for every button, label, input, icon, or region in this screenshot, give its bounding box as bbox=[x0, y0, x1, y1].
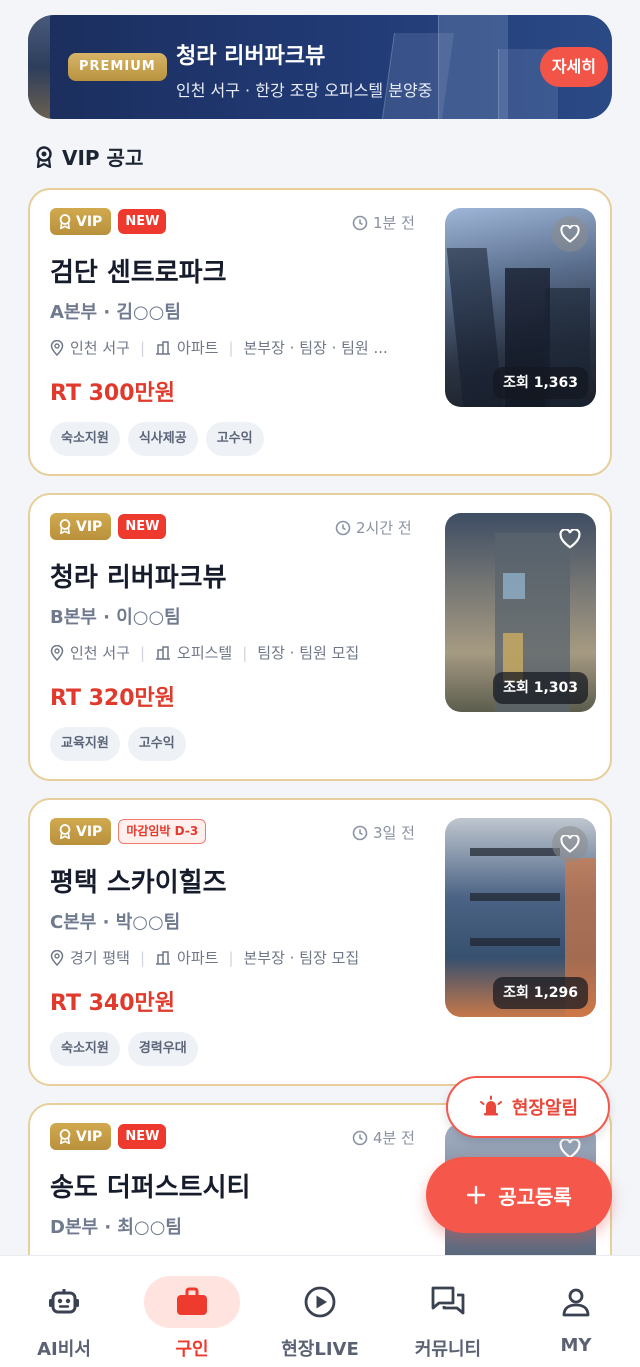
nav-label: AI비서 bbox=[37, 1339, 91, 1360]
section-header: VIP 공고 bbox=[34, 142, 143, 171]
vip-badge: VIP bbox=[50, 208, 112, 235]
nav-my[interactable]: MY bbox=[512, 1256, 640, 1367]
team-name: A본부 · 김○○팀 bbox=[50, 302, 181, 323]
banner-image-edge bbox=[28, 15, 50, 119]
briefcase-icon bbox=[177, 1287, 207, 1315]
pay-amount: RT 320만원 bbox=[50, 686, 176, 711]
listing-photo[interactable]: 조회 1,363 bbox=[445, 208, 596, 407]
clock-icon bbox=[335, 520, 351, 535]
plus-icon bbox=[466, 1185, 486, 1205]
bottom-nav: AI비서 구인 현장LIVE 커뮤니티 MY bbox=[0, 1255, 640, 1367]
robot-icon bbox=[49, 1289, 79, 1314]
favorite-button[interactable] bbox=[552, 521, 588, 557]
vip-badge: VIP bbox=[50, 818, 112, 845]
clock-icon bbox=[352, 1130, 368, 1145]
play-icon bbox=[304, 1286, 336, 1318]
nav-community[interactable]: 커뮤니티 bbox=[384, 1256, 512, 1367]
posted-time: 2시간 전 bbox=[335, 517, 412, 538]
heart-icon bbox=[559, 529, 581, 549]
team-name: C본부 · 박○○팀 bbox=[50, 912, 181, 933]
site-alert-button[interactable]: 현장알림 bbox=[446, 1076, 610, 1138]
posted-time: 3일 전 bbox=[352, 822, 415, 843]
view-count: 조회 1,296 bbox=[493, 977, 588, 1009]
vip-badge: VIP bbox=[50, 1123, 112, 1150]
nav-label: 커뮤니티 bbox=[414, 1339, 482, 1360]
bell-ringing-icon bbox=[479, 1095, 502, 1116]
new-badge: NEW bbox=[118, 514, 167, 539]
posted-time: 4분 전 bbox=[352, 1127, 415, 1148]
job-title: 청라 리버파크뷰 bbox=[50, 563, 227, 593]
job-title: 검단 센트로파크 bbox=[50, 258, 227, 288]
location-pin-icon bbox=[50, 644, 64, 661]
pay-amount: RT 300만원 bbox=[50, 381, 176, 406]
banner-detail-button[interactable]: 자세히 bbox=[539, 47, 608, 87]
nav-site-live[interactable]: 현장LIVE bbox=[256, 1256, 384, 1367]
deadline-badge: 마감임박 D-3 bbox=[118, 819, 207, 844]
benefit-tag: 경력우대 bbox=[127, 1032, 198, 1066]
view-count: 조회 1,363 bbox=[493, 367, 588, 399]
job-card[interactable]: VIP 마감임박 D-3 3일 전 평택 스카이힐즈 C본부 · 박○○팀 경기… bbox=[28, 798, 612, 1086]
vip-badge: VIP bbox=[50, 513, 112, 540]
post-job-button[interactable]: 공고등록 bbox=[426, 1157, 612, 1233]
listing-photo[interactable]: 조회 1,296 bbox=[445, 818, 596, 1017]
section-title: VIP 공고 bbox=[62, 146, 144, 170]
nav-jobs[interactable]: 구인 bbox=[128, 1256, 256, 1367]
building-icon bbox=[156, 340, 171, 355]
posted-time: 1분 전 bbox=[352, 212, 415, 233]
location-pin-icon bbox=[50, 949, 64, 966]
location-pin-icon bbox=[50, 339, 64, 356]
heart-icon bbox=[560, 835, 580, 853]
building-icon bbox=[156, 645, 171, 660]
benefit-tag: 고수익 bbox=[127, 727, 186, 761]
premium-banner[interactable]: PREMIUM 청라 리버파크뷰 인천 서구 · 한강 조망 오피스텔 분양중 … bbox=[28, 15, 612, 119]
benefit-tag: 숙소지원 bbox=[50, 1032, 120, 1066]
nav-label: MY bbox=[560, 1335, 592, 1356]
job-info: 인천 서구 | 오피스텔 | 팀장 · 팀원 모집 bbox=[50, 642, 428, 663]
heart-icon bbox=[560, 225, 580, 243]
award-icon bbox=[59, 214, 71, 229]
favorite-button[interactable] bbox=[552, 216, 588, 252]
award-icon bbox=[59, 519, 71, 534]
favorite-button[interactable] bbox=[552, 826, 588, 862]
job-card[interactable]: VIP NEW 2시간 전 청라 리버파크뷰 B본부 · 이○○팀 인천 서구 |… bbox=[28, 493, 612, 781]
benefit-tag: 숙소지원 bbox=[50, 422, 120, 456]
pay-amount: RT 340만원 bbox=[50, 991, 176, 1016]
heart-icon bbox=[559, 1139, 581, 1159]
building-icon bbox=[156, 950, 171, 965]
banner-subtitle: 인천 서구 · 한강 조망 오피스텔 분양중 bbox=[176, 81, 433, 100]
banner-title: 청라 리버파크뷰 bbox=[176, 44, 326, 69]
listing-photo[interactable]: 조회 1,303 bbox=[445, 513, 596, 712]
benefit-tag: 식사제공 bbox=[127, 422, 198, 456]
award-icon bbox=[59, 1129, 71, 1144]
chat-icon bbox=[431, 1286, 465, 1315]
job-title: 송도 더퍼스트시티 bbox=[50, 1173, 251, 1203]
job-title: 평택 스카이힐즈 bbox=[50, 868, 227, 898]
team-name: D본부 · 최○○팀 bbox=[50, 1217, 182, 1238]
benefit-tag: 교육지원 bbox=[50, 727, 120, 761]
post-job-label: 공고등록 bbox=[498, 1184, 572, 1209]
award-icon bbox=[59, 824, 71, 839]
job-card[interactable]: VIP NEW 1분 전 검단 센트로파크 A본부 · 김○○팀 인천 서구 | … bbox=[28, 188, 612, 476]
benefit-tag: 고수익 bbox=[205, 422, 264, 456]
site-alert-label: 현장알림 bbox=[511, 1098, 579, 1119]
job-info: 인천 서구 | 아파트 | 본부장 · 팀장 · 팀원 ... bbox=[50, 337, 428, 358]
new-badge: NEW bbox=[118, 1124, 167, 1149]
nav-label: 구인 bbox=[175, 1339, 209, 1360]
view-count: 조회 1,303 bbox=[493, 672, 588, 704]
nav-label: 현장LIVE bbox=[281, 1339, 359, 1360]
award-icon bbox=[36, 145, 52, 168]
user-icon bbox=[562, 1288, 590, 1317]
nav-ai-assistant[interactable]: AI비서 bbox=[0, 1256, 128, 1367]
clock-icon bbox=[352, 825, 368, 840]
clock-icon bbox=[352, 215, 368, 230]
new-badge: NEW bbox=[118, 209, 167, 234]
job-info: 경기 평택 | 아파트 | 본부장 · 팀장 모집 bbox=[50, 947, 428, 968]
premium-badge: PREMIUM bbox=[68, 53, 167, 81]
team-name: B본부 · 이○○팀 bbox=[50, 607, 181, 628]
